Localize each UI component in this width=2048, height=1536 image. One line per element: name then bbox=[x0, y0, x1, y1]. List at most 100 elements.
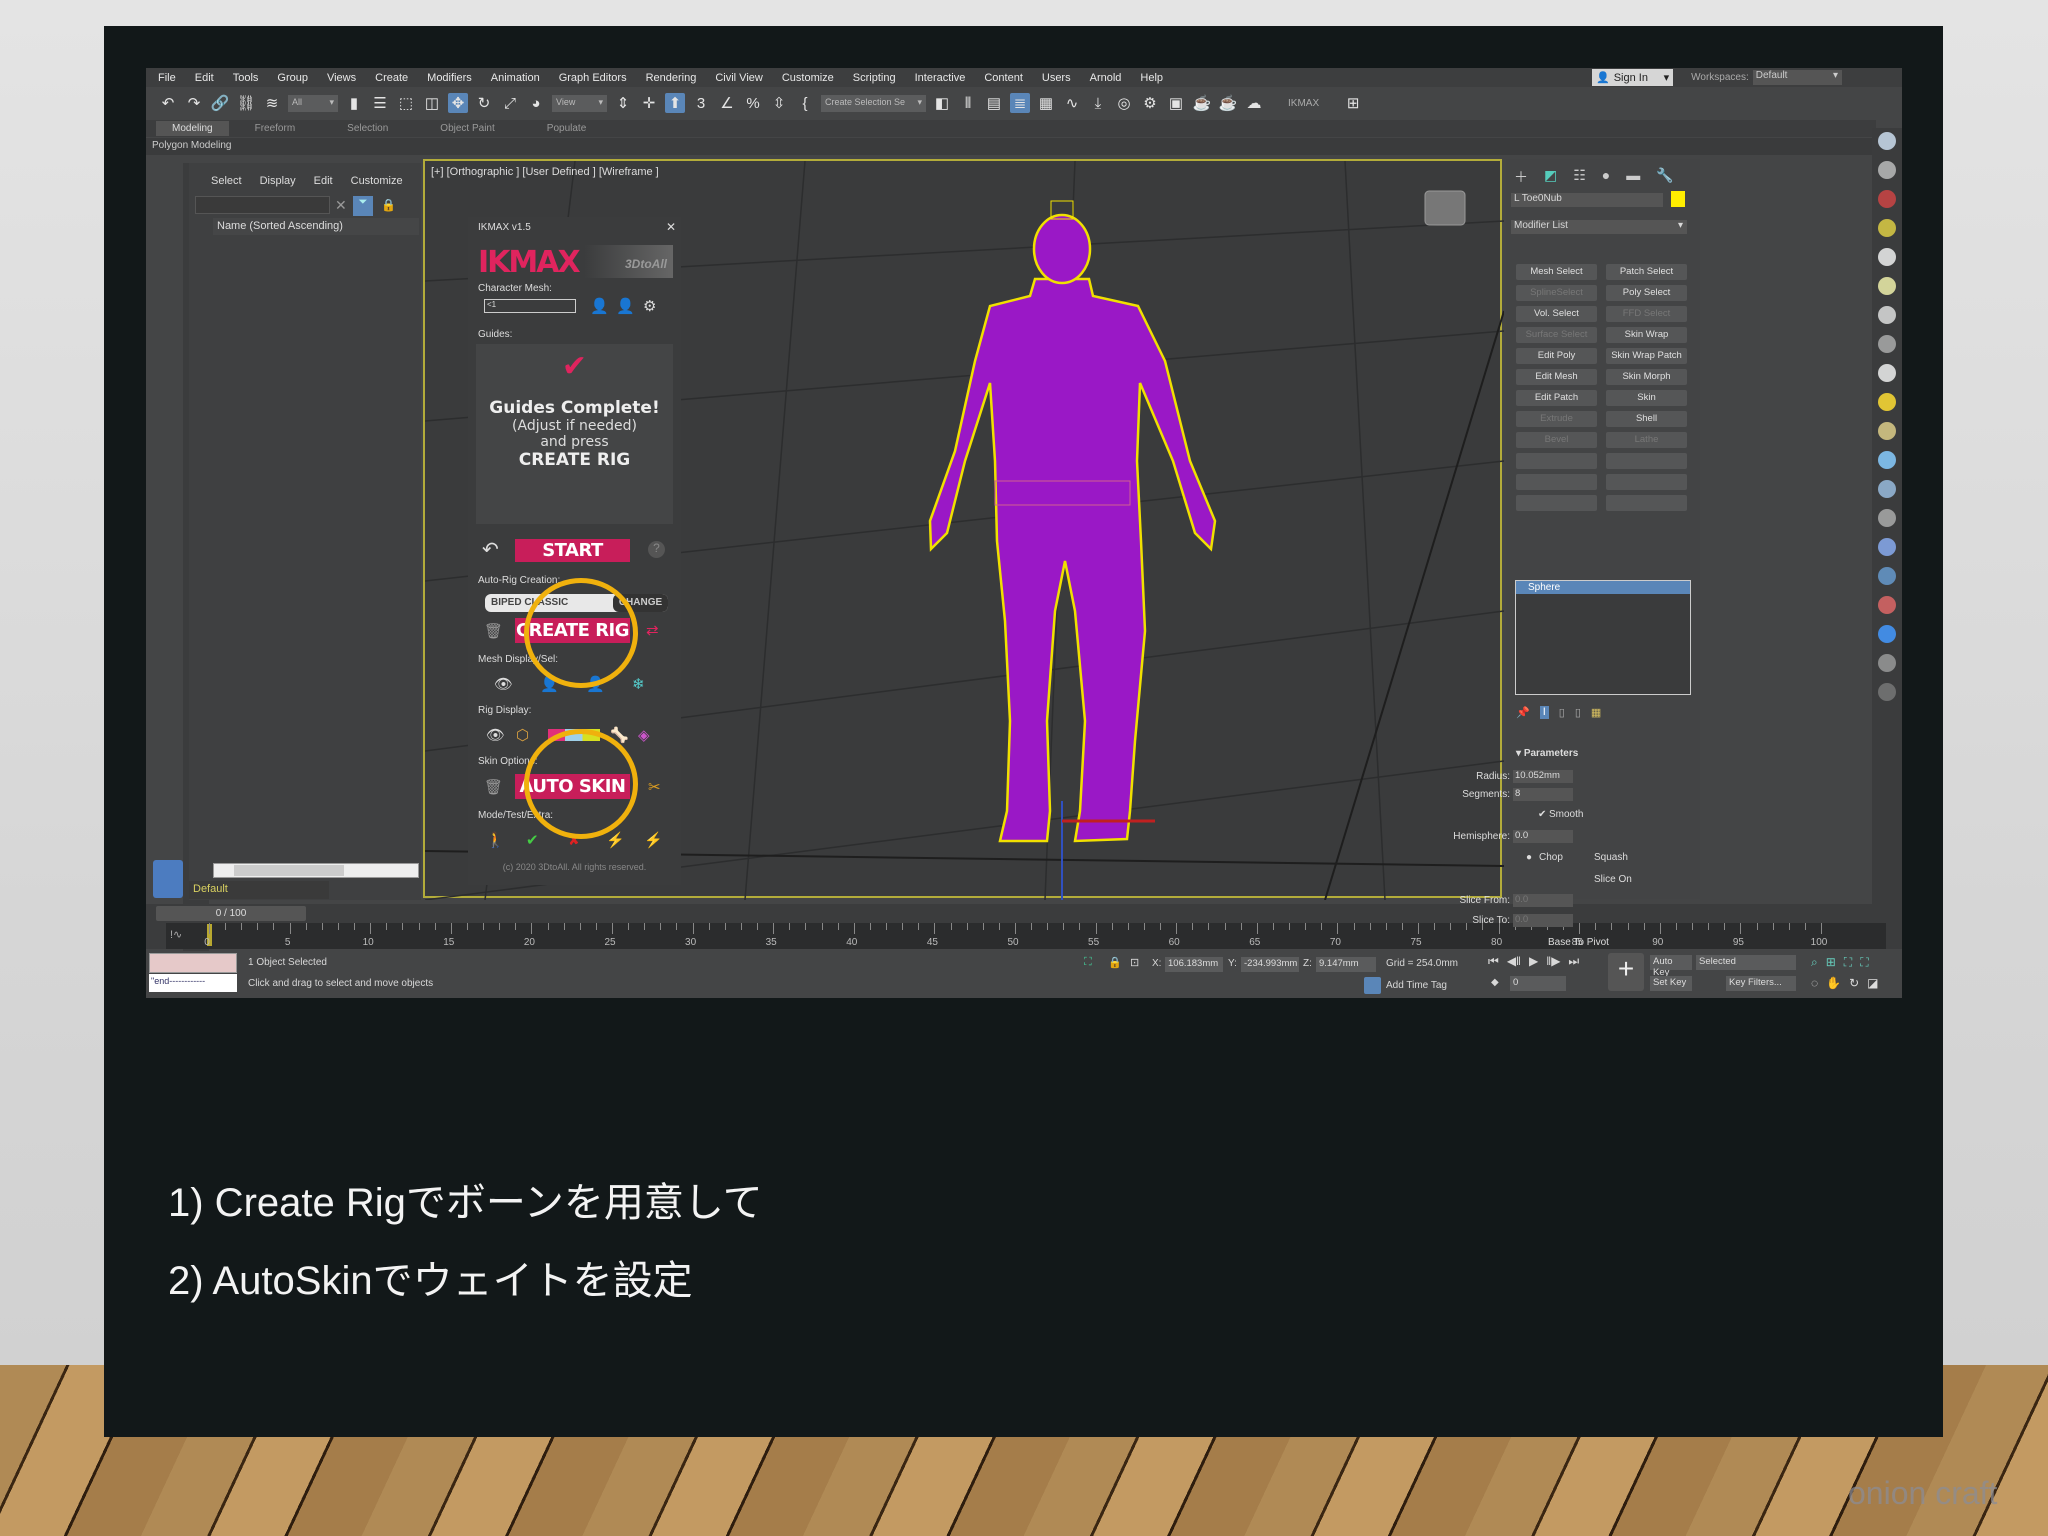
sphere4-icon[interactable] bbox=[1878, 567, 1896, 585]
teapot2-icon[interactable] bbox=[1878, 335, 1896, 353]
named-selection-set-dropdown[interactable]: Create Selection Se ▾ bbox=[821, 94, 926, 112]
track-bar[interactable]: !∿ 0 5 10 15 20 25 30 35 40 45 50 55 60 65 70 75 80 85 90 9… bbox=[166, 923, 1886, 949]
absolute-mode-icon[interactable]: ⊡ bbox=[1130, 956, 1139, 969]
bone-visibility-icon[interactable]: 👁 bbox=[486, 726, 505, 744]
bind-space-warp-icon[interactable]: ≋ bbox=[262, 93, 282, 113]
percent-snap-icon[interactable]: % bbox=[743, 93, 763, 113]
link-extra-icon[interactable]: ⚡ bbox=[606, 831, 625, 849]
material-editor-icon[interactable]: ◎ bbox=[1114, 93, 1134, 113]
display-tab-icon[interactable]: ▬ bbox=[1626, 167, 1640, 187]
scene-explorer-icon[interactable]: ≣ bbox=[1010, 93, 1030, 113]
zoom-extents-icon[interactable]: ⛶ bbox=[1844, 955, 1852, 970]
sphere3-icon[interactable] bbox=[1878, 538, 1896, 556]
teapot-icon[interactable] bbox=[1878, 132, 1896, 150]
go-to-start-icon[interactable]: ⏮ bbox=[1488, 954, 1499, 969]
previous-frame-icon[interactable]: ◀‖ bbox=[1507, 954, 1521, 969]
selection-lock-icon[interactable]: 🔒 bbox=[1108, 956, 1122, 969]
pose-mode-icon[interactable]: 🚶 bbox=[486, 831, 505, 849]
particle-icon[interactable] bbox=[1878, 451, 1896, 469]
key-mode-dropdown[interactable]: Selected bbox=[1696, 955, 1796, 970]
maxscript-listener[interactable] bbox=[149, 953, 237, 973]
curve-editor-mini-icon[interactable]: !∿ bbox=[170, 928, 182, 941]
undo-icon[interactable]: ↶ bbox=[482, 537, 499, 562]
window-crossing-icon[interactable]: ◫ bbox=[422, 93, 442, 113]
hemisphere-field[interactable]: 0.0 bbox=[1513, 830, 1573, 843]
menu-item-customize[interactable]: Customize bbox=[782, 72, 834, 84]
chop-radio-icon[interactable]: ● bbox=[1526, 852, 1532, 863]
column-header[interactable]: Name (Sorted Ascending) bbox=[213, 218, 419, 235]
menu-item-animation[interactable]: Animation bbox=[491, 72, 540, 84]
ribbon-tab-object-paint[interactable]: Object Paint bbox=[414, 123, 520, 134]
maxscript-input[interactable]: "end------------ bbox=[149, 974, 237, 992]
utilities-tab-icon[interactable]: 🔧 bbox=[1656, 167, 1673, 187]
rendered-frame-icon[interactable]: ▣ bbox=[1166, 93, 1186, 113]
menu-item-tools[interactable]: Tools bbox=[233, 72, 259, 84]
pin-stack-icon[interactable]: 📌 bbox=[1516, 706, 1530, 719]
menu-item-users[interactable]: Users bbox=[1042, 72, 1071, 84]
character-mesh-field[interactable]: <1 bbox=[484, 299, 576, 313]
add-time-tag[interactable]: Add Time Tag bbox=[1386, 980, 1447, 991]
y-coordinate-field[interactable]: -234.993mm bbox=[1241, 957, 1299, 972]
modify-tab-icon[interactable]: ◩ bbox=[1544, 167, 1557, 187]
current-frame-field[interactable]: 0 bbox=[1510, 976, 1566, 991]
smooth-check-icon[interactable]: ✔ bbox=[1538, 809, 1546, 820]
pick-mesh-icon[interactable]: 👤 bbox=[590, 297, 609, 315]
menu-item-help[interactable]: Help bbox=[1140, 72, 1163, 84]
segments-field[interactable]: 8 bbox=[1513, 788, 1573, 801]
play-icon[interactable]: ▶ bbox=[1529, 954, 1538, 969]
ribbon-tab-populate[interactable]: Populate bbox=[521, 123, 612, 134]
mirror-rig-icon[interactable]: ⇄ bbox=[646, 621, 659, 639]
modifier-button-skin-wrap-patch[interactable]: Skin Wrap Patch bbox=[1606, 348, 1687, 364]
undo-icon[interactable]: ↶ bbox=[158, 93, 178, 113]
remove-modifier-icon[interactable]: ▯ bbox=[1575, 706, 1581, 719]
align-icon[interactable]: ⫴ bbox=[958, 93, 978, 113]
spinner-snap-icon[interactable]: ⇳ bbox=[769, 93, 789, 113]
test-check-icon[interactable]: ✔ bbox=[526, 831, 539, 849]
render-icon[interactable] bbox=[1878, 625, 1896, 643]
menu-item-file[interactable]: File bbox=[158, 72, 176, 84]
skin-tools-icon[interactable]: ✂ bbox=[648, 778, 661, 796]
hierarchy-tab-icon[interactable]: ☷ bbox=[1573, 167, 1586, 187]
menu-item-graph-editors[interactable]: Graph Editors bbox=[559, 72, 627, 84]
ribbon-tab-freeform[interactable]: Freeform bbox=[229, 123, 322, 134]
rollout-collapse-icon[interactable]: ▾ bbox=[1516, 748, 1524, 759]
mirror-icon[interactable]: ◧ bbox=[932, 93, 952, 113]
modifier-button-poly-select[interactable]: Poly Select bbox=[1606, 285, 1687, 301]
z-coordinate-field[interactable]: 9.147mm bbox=[1316, 957, 1376, 972]
set-key-big-button[interactable]: + bbox=[1608, 953, 1644, 991]
mesh-xray-icon[interactable]: ❄ bbox=[632, 675, 645, 693]
keyboard-shortcut-icon[interactable]: ⬆ bbox=[665, 93, 685, 113]
selection-filter-dropdown[interactable]: All ▾ bbox=[288, 94, 338, 112]
light-icon[interactable] bbox=[1878, 219, 1896, 237]
menu-item-create[interactable]: Create bbox=[375, 72, 408, 84]
menu-item-scripting[interactable]: Scripting bbox=[853, 72, 896, 84]
modifier-button-skin-wrap[interactable]: Skin Wrap bbox=[1606, 327, 1687, 343]
modifier-button-mesh-select[interactable]: Mesh Select bbox=[1516, 264, 1597, 280]
horizontal-scrollbar[interactable] bbox=[213, 863, 419, 878]
dope-sheet-icon[interactable]: ⤓ bbox=[1088, 93, 1108, 113]
modifier-button-edit-mesh[interactable]: Edit Mesh bbox=[1516, 369, 1597, 385]
explorer-search-input[interactable] bbox=[195, 196, 330, 214]
schematic-view-icon[interactable]: ▦ bbox=[1036, 93, 1056, 113]
render-icon[interactable]: ☕ bbox=[1192, 93, 1212, 113]
x-coordinate-field[interactable]: 106.183mm bbox=[1165, 957, 1223, 972]
viewport-orthographic[interactable]: [+] [Orthographic ] [User Defined ] [Wir… bbox=[423, 159, 1504, 900]
lock-icon[interactable]: 🔒 bbox=[381, 198, 396, 212]
material-icon[interactable] bbox=[1878, 190, 1896, 208]
modifier-button-shell[interactable]: Shell bbox=[1606, 411, 1687, 427]
layer-explorer-icon[interactable]: ▤ bbox=[984, 93, 1004, 113]
modifier-button-skin-morph[interactable]: Skin Morph bbox=[1606, 369, 1687, 385]
polygon-modeling-tab[interactable]: Polygon Modeling bbox=[152, 140, 232, 151]
script-icon[interactable] bbox=[1878, 654, 1896, 672]
modifier-button-patch-select[interactable]: Patch Select bbox=[1606, 264, 1687, 280]
dome-icon[interactable] bbox=[1878, 277, 1896, 295]
cloud-icon[interactable] bbox=[1878, 161, 1896, 179]
time-slider[interactable]: 0 / 100 bbox=[156, 906, 306, 921]
set-key-button[interactable]: Set Key bbox=[1650, 976, 1692, 991]
cube-icon[interactable] bbox=[1878, 509, 1896, 527]
zoom-icon[interactable]: ⌕ bbox=[1811, 955, 1818, 970]
remove-mesh-icon[interactable]: 👤 bbox=[616, 297, 635, 315]
placement-icon[interactable]: ◕ bbox=[526, 93, 546, 113]
sphere2-icon[interactable] bbox=[1878, 422, 1896, 440]
cone-icon[interactable] bbox=[1878, 364, 1896, 382]
